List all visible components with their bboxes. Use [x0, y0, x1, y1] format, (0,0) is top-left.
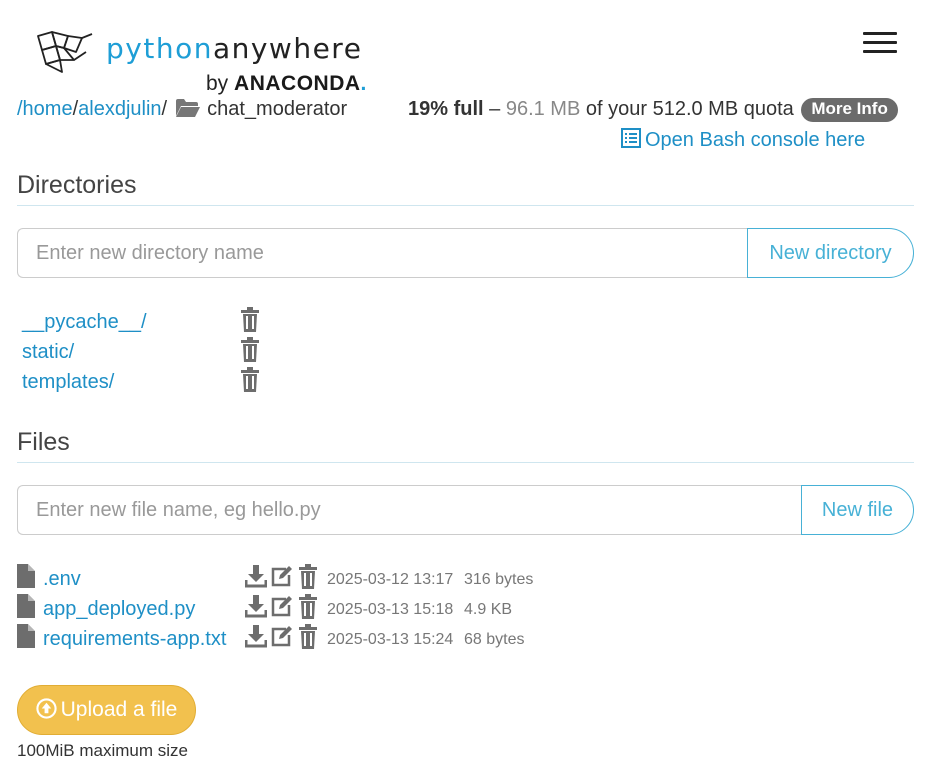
file-icon: [17, 594, 35, 618]
upload-arrow-circle-icon: [36, 698, 57, 719]
download-icon[interactable]: [245, 594, 267, 618]
directory-link[interactable]: static/: [22, 341, 74, 364]
breadcrumb-separator: /: [161, 98, 168, 120]
new-file-form: New file: [17, 485, 914, 535]
more-info-button[interactable]: More Info: [801, 98, 898, 122]
pythonanywhere-logo[interactable]: pythonanywhere by ANACONDA.: [34, 30, 374, 96]
directories-heading: Directories: [17, 171, 137, 199]
open-bash-console-label: Open Bash console here: [645, 129, 866, 151]
download-icon[interactable]: [245, 624, 267, 648]
breadcrumb: /home/alexdjulin/ chat_moderator: [17, 98, 347, 121]
files-heading: Files: [17, 428, 70, 456]
trash-icon[interactable]: [298, 564, 318, 590]
quota-percent: 19% full: [408, 98, 484, 120]
quota-dash: –: [483, 98, 506, 120]
file-icon: [17, 564, 35, 588]
logo-anaconda-text: ANACONDA: [234, 72, 361, 95]
edit-icon[interactable]: [270, 564, 292, 588]
trash-icon[interactable]: [298, 594, 318, 620]
logo-byline: by ANACONDA.: [206, 72, 366, 96]
logo-python-text: python: [106, 32, 213, 65]
file-link[interactable]: app_deployed.py: [43, 598, 195, 621]
logo-by-text: by: [206, 72, 229, 95]
hamburger-bar: [863, 41, 897, 44]
file-icon: [17, 624, 35, 648]
trash-icon[interactable]: [240, 337, 260, 363]
new-file-button[interactable]: New file: [801, 485, 914, 535]
file-modified-date: 2025-03-12 13:17: [327, 571, 454, 588]
file-link[interactable]: requirements-app.txt: [43, 628, 226, 651]
trash-icon[interactable]: [298, 624, 318, 650]
download-icon[interactable]: [245, 564, 267, 588]
file-modified-date: 2025-03-13 15:24: [327, 631, 454, 648]
hamburger-bar: [863, 32, 897, 35]
trash-icon[interactable]: [240, 307, 260, 333]
file-row: requirements-app.txt 2025-03-13 15:24 68…: [17, 624, 617, 656]
quota-of-text: of your 512.0 MB quota: [580, 98, 794, 120]
directory-link[interactable]: templates/: [22, 371, 114, 394]
folder-open-icon: [176, 99, 201, 117]
upload-size-note: 100MiB maximum size: [17, 741, 188, 760]
logo-mark-icon: [37, 31, 93, 73]
logo-dot: .: [360, 72, 367, 95]
directories-divider: [17, 205, 914, 206]
open-bash-console-link[interactable]: Open Bash console here: [621, 128, 865, 152]
new-file-input[interactable]: [17, 485, 802, 535]
new-directory-form: New directory: [17, 228, 914, 278]
edit-icon[interactable]: [270, 594, 292, 618]
file-row: .env 2025-03-12 13:17 316 bytes: [17, 564, 617, 596]
console-list-icon: [621, 128, 641, 148]
hamburger-bar: [863, 50, 897, 53]
logo-anywhere-text: anywhere: [212, 32, 363, 65]
new-directory-button[interactable]: New directory: [747, 228, 914, 278]
file-size: 68 bytes: [464, 631, 525, 648]
quota-used: 96.1 MB: [505, 98, 581, 120]
breadcrumb-user-link[interactable]: alexdjulin: [78, 98, 161, 120]
breadcrumb-home-link[interactable]: /home: [17, 98, 73, 120]
new-directory-input[interactable]: [17, 228, 748, 278]
file-size: 4.9 KB: [464, 601, 513, 618]
file-modified-date: 2025-03-13 15:18: [327, 601, 454, 618]
logo-wordmark: pythonanywhere: [106, 32, 362, 65]
quota-status: 19% full – 96.1 MB of your 512.0 MB quot…: [408, 98, 898, 122]
hamburger-menu-icon[interactable]: [863, 32, 897, 54]
trash-icon[interactable]: [240, 367, 260, 393]
upload-file-label: Upload a file: [60, 698, 178, 721]
edit-icon[interactable]: [270, 624, 292, 648]
directory-link[interactable]: __pycache__/: [22, 311, 147, 334]
breadcrumb-current: chat_moderator: [207, 98, 348, 120]
file-size: 316 bytes: [464, 571, 534, 588]
file-link[interactable]: .env: [43, 568, 81, 591]
files-divider: [17, 462, 914, 463]
upload-file-button[interactable]: Upload a file: [17, 685, 196, 735]
file-row: app_deployed.py 2025-03-13 15:18 4.9 KB: [17, 594, 617, 626]
